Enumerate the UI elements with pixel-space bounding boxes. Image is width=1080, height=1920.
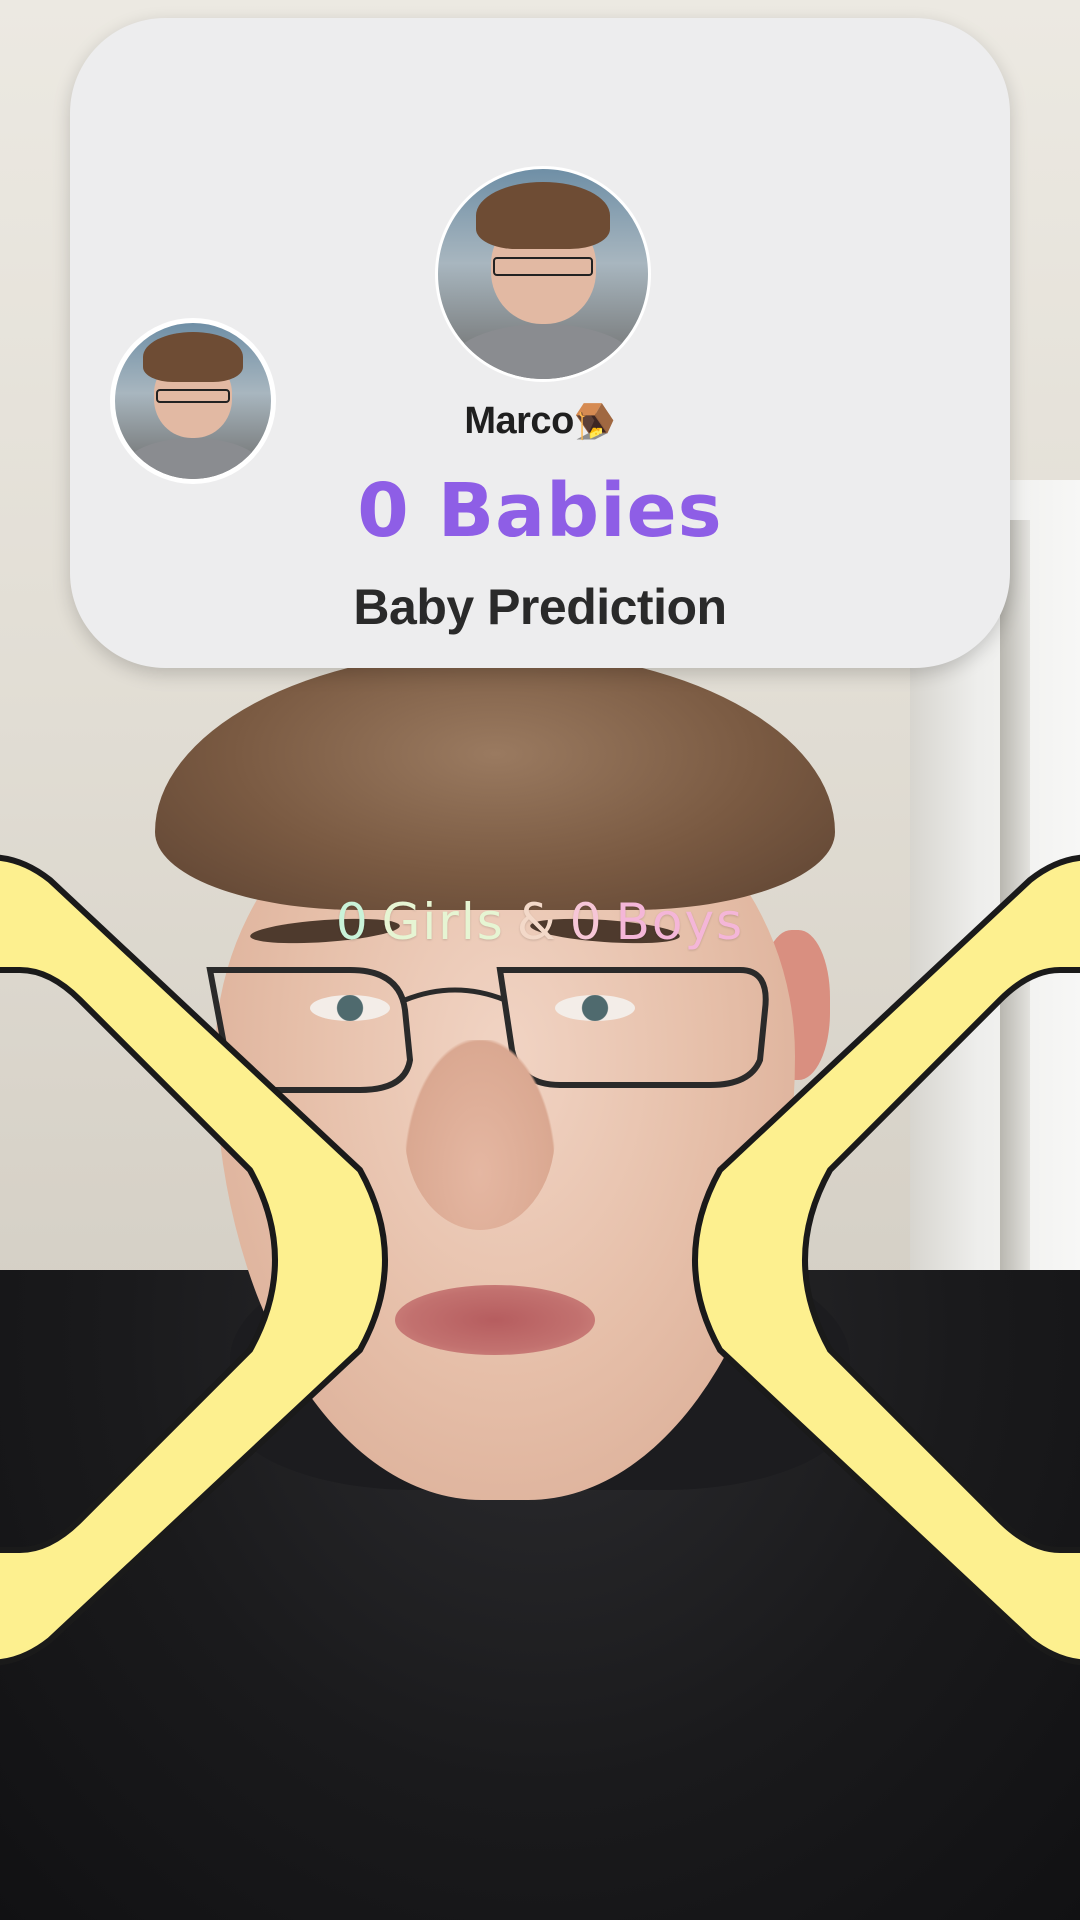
girls-count: 0 xyxy=(335,893,370,951)
mouth xyxy=(395,1285,595,1355)
card-title: Baby Prediction xyxy=(353,579,727,635)
left-bracket-frame xyxy=(0,854,388,1666)
user-photo-avatar xyxy=(435,166,651,382)
right-bracket-frame xyxy=(692,854,1080,1666)
prediction-card: Marco🪤 0 Babies Baby Prediction xyxy=(70,18,1010,668)
filter-screen: 0 Girls & 0 Boys Marco🪤 0 Babies Baby Predict… xyxy=(0,0,1080,1920)
girls-label: Girls xyxy=(381,893,505,951)
babies-count: 0 xyxy=(357,468,410,554)
user-name-row: Marco🪤 xyxy=(70,400,1010,443)
name-emoji: 🪤 xyxy=(573,403,616,441)
ampersand: & xyxy=(516,893,558,951)
babies-count-label: 0 Babies xyxy=(70,468,1010,554)
nose xyxy=(405,1040,555,1230)
babies-label: Babies xyxy=(437,468,723,554)
boys-count: 0 xyxy=(569,893,604,951)
user-name: Marco xyxy=(464,400,574,442)
boys-label: Boys xyxy=(615,893,745,951)
girls-boys-prediction: 0 Girls & 0 Boys xyxy=(0,893,1080,951)
